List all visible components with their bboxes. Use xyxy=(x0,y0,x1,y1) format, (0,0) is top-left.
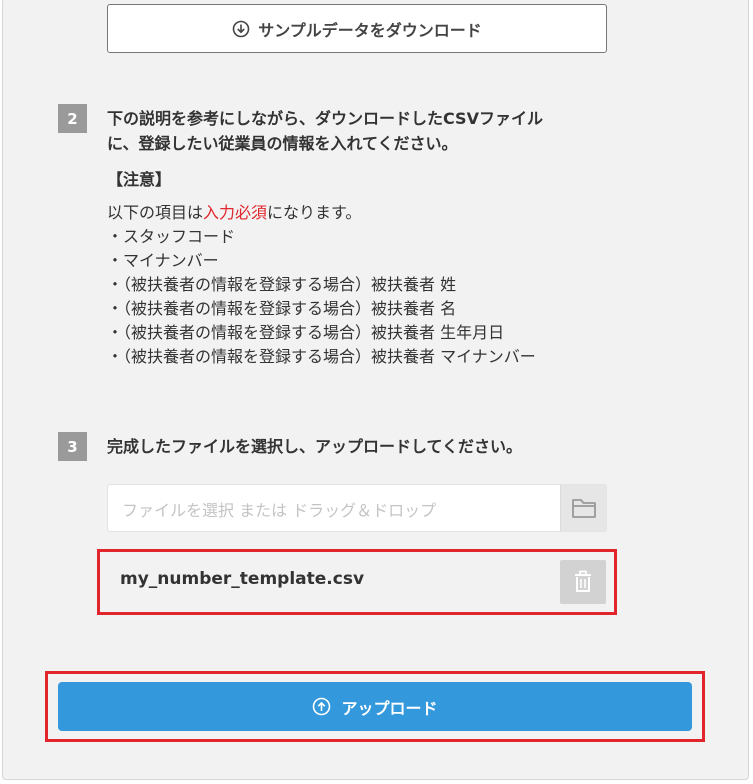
step-3-badge: 3 xyxy=(58,432,87,461)
selected-file-row: my_number_template.csv xyxy=(97,549,617,615)
notice-item: ・マイナンバー xyxy=(107,251,219,270)
upload-button[interactable]: アップロード xyxy=(58,682,692,731)
download-circle-icon xyxy=(232,20,250,37)
notice-intro-before: 以下の項目は xyxy=(107,203,204,222)
selected-file-name: my_number_template.csv xyxy=(120,569,365,589)
notice-intro-after: になります。 xyxy=(267,203,362,222)
notice-item: ・スタッフコード xyxy=(107,227,236,246)
download-sample-label: サンプルデータをダウンロード xyxy=(258,20,482,40)
step-2-line-2: に、登録したい従業員の情報を入れてください。 xyxy=(107,134,458,153)
notice-heading: 【注意】 xyxy=(107,170,172,189)
download-sample-button[interactable]: サンプルデータをダウンロード xyxy=(107,4,607,53)
step-3-instruction: 完成したファイルを選択し、アップロードしてください。 xyxy=(107,434,522,459)
step-2-instruction: 下の説明を参考にしながら、ダウンロードしたCSVファイル に、登録したい従業員の… xyxy=(107,106,543,156)
notice-intro: 以下の項目は入力必須になります。 xyxy=(107,201,536,225)
folder-icon xyxy=(571,499,596,518)
file-drop-input[interactable]: ファイルを選択 または ドラッグ＆ドロップ xyxy=(107,484,607,532)
file-input-placeholder: ファイルを選択 または ドラッグ＆ドロップ xyxy=(122,501,437,520)
step-3-line-1: 完成したファイルを選択し、アップロードしてください。 xyxy=(107,437,523,456)
notice-required-text: 入力必須 xyxy=(203,203,268,222)
delete-file-button[interactable] xyxy=(560,560,606,604)
upload-circle-icon xyxy=(313,697,331,716)
notice-body: 以下の項目は入力必須になります。 ・スタッフコード ・マイナンバー ・（被扶養者… xyxy=(107,201,536,369)
notice-item: ・（被扶養者の情報を登録する場合）被扶養者 マイナンバー xyxy=(107,347,536,366)
trash-icon xyxy=(575,570,591,592)
upload-button-highlight: アップロード xyxy=(45,671,705,742)
step-2-badge: 2 xyxy=(58,104,87,133)
folder-browse-button[interactable] xyxy=(560,485,606,531)
notice-item: ・（被扶養者の情報を登録する場合）被扶養者 姓 xyxy=(107,275,457,294)
notice-item: ・（被扶養者の情報を登録する場合）被扶養者 名 xyxy=(107,299,457,318)
step-2-line-1: 下の説明を参考にしながら、ダウンロードしたCSVファイル xyxy=(107,109,543,128)
notice-item: ・（被扶養者の情報を登録する場合）被扶養者 生年月日 xyxy=(107,323,505,342)
upload-button-label: アップロード xyxy=(341,698,438,718)
